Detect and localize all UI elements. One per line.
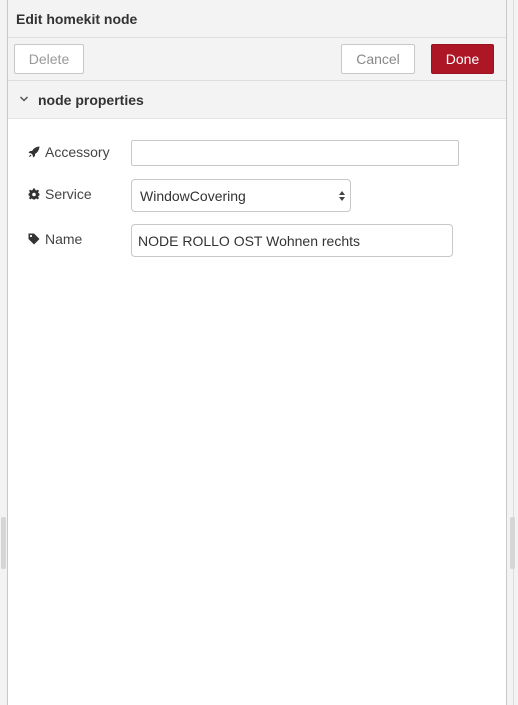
right-scrollbar-area xyxy=(508,0,518,705)
tray-title: Edit homekit node xyxy=(16,11,138,27)
accessory-label-text: Accessory xyxy=(45,144,110,160)
accessory-label: Accessory xyxy=(28,144,110,160)
delete-button[interactable]: Delete xyxy=(14,44,84,74)
service-selected-value: WindowCovering xyxy=(140,187,246,204)
cancel-button[interactable]: Cancel xyxy=(341,44,415,74)
tag-icon xyxy=(28,233,40,245)
gear-icon xyxy=(28,188,40,200)
accessory-input[interactable] xyxy=(131,140,459,166)
tray-toolbar: Delete Cancel Done xyxy=(8,38,506,81)
done-button[interactable]: Done xyxy=(431,44,494,74)
editor-frame: Edit homekit node Delete Cancel Done nod… xyxy=(0,0,518,705)
resize-handle-left[interactable] xyxy=(1,517,6,569)
resize-handle-right[interactable] xyxy=(510,517,515,569)
rocket-icon xyxy=(28,146,40,158)
select-arrows-icon xyxy=(339,191,345,201)
service-label: Service xyxy=(28,186,92,202)
node-properties-section[interactable]: node properties xyxy=(8,81,506,119)
tray-header: Edit homekit node xyxy=(8,0,506,38)
edit-tray: Edit homekit node Delete Cancel Done nod… xyxy=(7,0,507,705)
name-label-text: Name xyxy=(45,231,83,247)
name-label: Name xyxy=(28,231,82,247)
section-title: node properties xyxy=(38,92,144,108)
name-input[interactable]: NODE ROLLO OST Wohnen rechts xyxy=(131,224,453,257)
service-label-text: Service xyxy=(45,186,92,202)
service-select[interactable]: WindowCovering xyxy=(131,179,351,212)
chevron-down-icon xyxy=(19,96,29,102)
divider xyxy=(513,0,514,705)
